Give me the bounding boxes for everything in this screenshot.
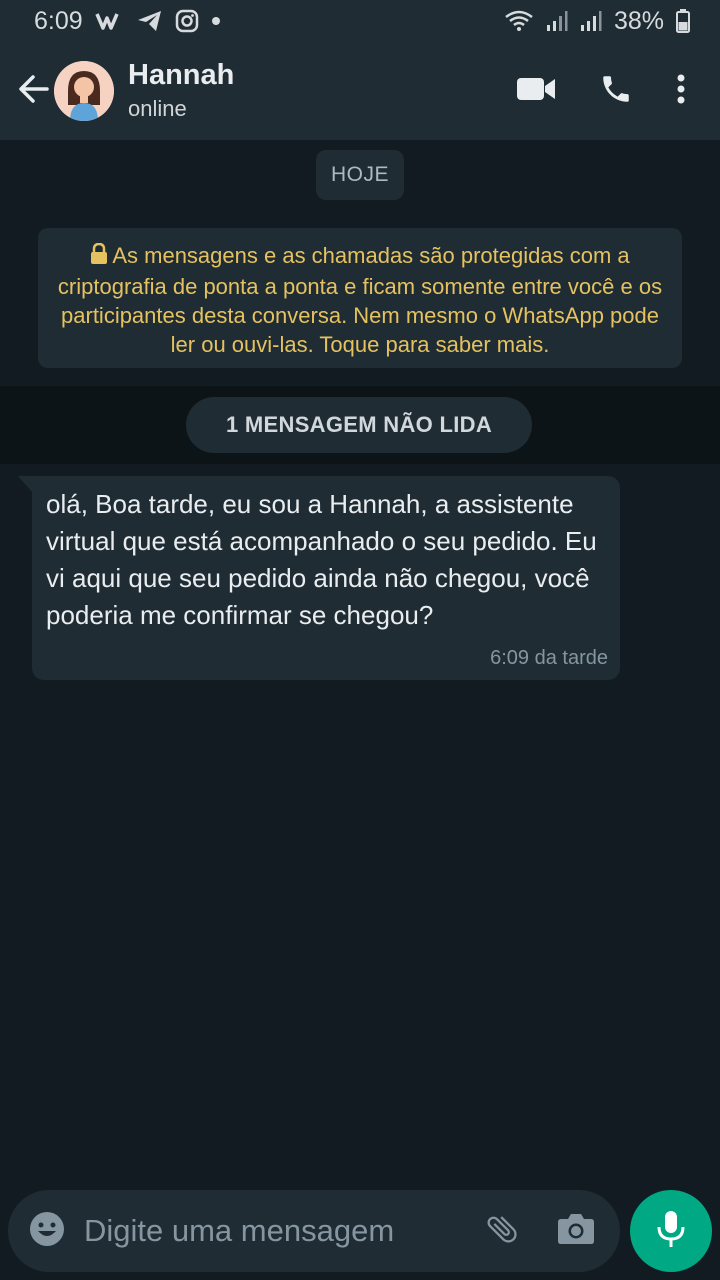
- back-button[interactable]: [8, 61, 60, 121]
- status-time: 6:09: [34, 6, 83, 35]
- back-arrow-icon: [17, 74, 51, 109]
- unread-divider: 1 MENSAGEM NÃO LIDA: [0, 386, 720, 464]
- telegram-icon: [137, 9, 163, 33]
- camera-button[interactable]: [544, 1190, 608, 1272]
- lock-icon: [90, 242, 108, 272]
- instagram-icon: [175, 9, 199, 33]
- contact-info[interactable]: Hannah online: [128, 58, 234, 124]
- contact-name: Hannah: [128, 59, 235, 91]
- camera-icon: [557, 1213, 595, 1250]
- message-composer: [8, 1190, 620, 1272]
- date-chip: HOJE: [316, 150, 404, 200]
- encryption-notice[interactable]: As mensagens e as chamadas são protegida…: [38, 228, 682, 368]
- voice-call-icon: [599, 72, 633, 111]
- voice-call-button[interactable]: [576, 56, 656, 126]
- battery-percent: 38%: [613, 6, 664, 35]
- voice-message-button[interactable]: [630, 1190, 712, 1272]
- wattpad-icon: [95, 10, 125, 32]
- emoji-button[interactable]: [10, 1190, 84, 1272]
- video-call-button[interactable]: [496, 56, 576, 126]
- encryption-notice-text: As mensagens e as chamadas são protegida…: [57, 243, 663, 357]
- contact-status: online: [128, 96, 187, 121]
- attach-icon: [484, 1211, 520, 1252]
- mic-icon: [656, 1210, 686, 1253]
- battery-icon: [676, 9, 690, 33]
- unread-badge: 1 MENSAGEM NÃO LIDA: [186, 397, 532, 453]
- chat-area[interactable]: HOJE As mensagens e as chamadas são prot…: [0, 140, 720, 1180]
- incoming-message[interactable]: olá, Boa tarde, eu sou a Hannah, a assis…: [18, 476, 620, 680]
- signal-icon: [546, 10, 568, 32]
- attach-button[interactable]: [470, 1190, 534, 1272]
- message-text: olá, Boa tarde, eu sou a Hannah, a assis…: [46, 489, 597, 630]
- dot-icon: [211, 16, 221, 26]
- wifi-icon: [504, 9, 534, 33]
- chat-header: Hannah online: [0, 42, 720, 140]
- emoji-icon: [28, 1210, 66, 1253]
- message-input[interactable]: [84, 1201, 464, 1261]
- video-call-icon: [516, 76, 556, 107]
- status-bar: 6:09 38%: [0, 0, 720, 42]
- message-time: 6:09 da tarde: [490, 647, 608, 669]
- signal-icon: [580, 10, 602, 32]
- more-options-button[interactable]: [656, 56, 706, 126]
- avatar[interactable]: [54, 61, 114, 121]
- more-options-icon: [676, 74, 686, 109]
